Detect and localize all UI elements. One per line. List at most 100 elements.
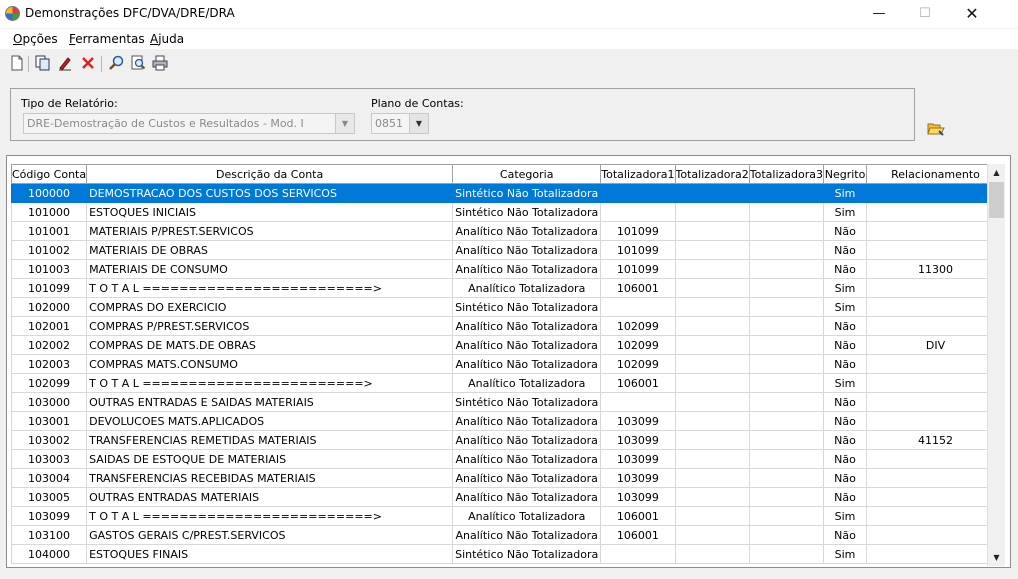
relacionamento-cell: [866, 392, 1006, 412]
codigo-cell: 103099: [10, 506, 88, 526]
column-header[interactable]: Relacionamento: [866, 164, 1006, 184]
relacionamento-cell: DIV: [866, 335, 1006, 355]
negrito-cell: Não: [823, 430, 868, 450]
categoria-cell: Analítico Não Totalizadora: [452, 487, 602, 507]
totalizadora2-cell: [674, 183, 750, 203]
column-header[interactable]: Descrição da Conta: [86, 164, 454, 184]
descricao-cell: MATERIAIS DE OBRAS: [86, 240, 454, 260]
table-row[interactable]: 100000 DEMOSTRACAO DOS CUSTOS DOS SERVICO…: [10, 183, 1006, 203]
column-header[interactable]: Categoria: [452, 164, 602, 184]
table-row[interactable]: 101001 MATERIAIS P/PREST.SERVICOS Analític…: [10, 221, 1006, 241]
descricao-cell: TRANSFERENCIAS REMETIDAS MATERIAIS: [86, 430, 454, 450]
table-row[interactable]: 102099 T O T A L ========================…: [10, 373, 1006, 393]
close-button[interactable]: ✕: [949, 0, 995, 28]
descricao-cell: COMPRAS MATS.CONSUMO: [86, 354, 454, 374]
relacionamento-cell: [866, 468, 1006, 488]
totalizadora2-cell: [674, 468, 750, 488]
minimize-button[interactable]: —: [856, 0, 902, 28]
chevron-down-icon[interactable]: ▼: [335, 114, 354, 133]
table-row[interactable]: 101099 T O T A L ========================…: [10, 278, 1006, 298]
relacionamento-cell: [866, 506, 1006, 526]
scroll-up-icon[interactable]: ▲: [988, 164, 1005, 181]
column-header[interactable]: Totalizadora2: [674, 164, 750, 184]
vertical-scrollbar[interactable]: ▲ ▼: [987, 164, 1005, 566]
table-row[interactable]: 103005 OUTRAS ENTRADAS MATERIAIS Analítico…: [10, 487, 1006, 507]
relacionamento-cell: [866, 221, 1006, 241]
copy-icon[interactable]: [34, 55, 52, 73]
table-row[interactable]: 103100 GASTOS GERAIS C/PREST.SERVICOS Anal…: [10, 525, 1006, 545]
descricao-cell: DEMOSTRACAO DOS CUSTOS DOS SERVICOS: [86, 183, 454, 203]
accounts-grid: Código Conta Descrição da Conta Categori…: [6, 155, 1011, 568]
menu-opcoes[interactable]: Opções: [13, 32, 58, 46]
table-row[interactable]: 103004 TRANSFERENCIAS RECEBIDAS MATERIAIS…: [10, 468, 1006, 488]
totalizadora2-cell: [674, 487, 750, 507]
column-header[interactable]: Totalizadora1: [600, 164, 676, 184]
totalizadora1-cell: 102099: [600, 316, 676, 336]
find-icon[interactable]: [129, 55, 147, 73]
table-row[interactable]: 102000 COMPRAS DO EXERCICIO Sintético Não …: [10, 297, 1006, 317]
totalizadora3-cell: [748, 468, 825, 488]
totalizadora3-cell: [748, 430, 825, 450]
column-header[interactable]: Totalizadora3: [748, 164, 825, 184]
codigo-cell: 103005: [10, 487, 88, 507]
totalizadora3-cell: [748, 183, 825, 203]
totalizadora2-cell: [674, 202, 750, 222]
negrito-cell: Não: [823, 392, 868, 412]
new-document-icon[interactable]: [8, 55, 26, 73]
negrito-cell: Não: [823, 259, 868, 279]
menu-ferramentas[interactable]: Ferramentas: [69, 32, 145, 46]
descricao-cell: T O T A L =========================>: [86, 278, 454, 298]
table-row[interactable]: 103099 T O T A L ========================…: [10, 506, 1006, 526]
table-row[interactable]: 103003 SAIDAS DE ESTOQUE DE MATERIAIS Anal…: [10, 449, 1006, 469]
totalizadora3-cell: [748, 297, 825, 317]
scroll-down-icon[interactable]: ▼: [988, 549, 1005, 566]
edit-icon[interactable]: [56, 55, 74, 73]
table-row[interactable]: 101000 ESTOQUES INICIAIS Sintético Não Tot…: [10, 202, 1006, 222]
categoria-cell: Analítico Totalizadora: [452, 506, 602, 526]
scrollbar-thumb[interactable]: [989, 182, 1004, 218]
table-row[interactable]: 104000 ESTOQUES FINAIS Sintético Não Total…: [10, 544, 1006, 564]
codigo-cell: 101000: [10, 202, 88, 222]
delete-icon[interactable]: [79, 55, 97, 73]
descricao-cell: GASTOS GERAIS C/PREST.SERVICOS: [86, 525, 454, 545]
categoria-cell: Analítico Não Totalizadora: [452, 240, 602, 260]
totalizadora1-cell: [600, 297, 676, 317]
codigo-cell: 102000: [10, 297, 88, 317]
relacionamento-cell: 11300: [866, 259, 1006, 279]
categoria-cell: Analítico Não Totalizadora: [452, 354, 602, 374]
codigo-cell: 103004: [10, 468, 88, 488]
totalizadora3-cell: [748, 354, 825, 374]
table-row[interactable]: 101002 MATERIAIS DE OBRAS Analítico Não To…: [10, 240, 1006, 260]
totalizadora1-cell: [600, 544, 676, 564]
table-row[interactable]: 102001 COMPRAS P/PREST.SERVICOS Analítico …: [10, 316, 1006, 336]
print-icon[interactable]: [151, 55, 169, 73]
negrito-cell: Sim: [823, 278, 868, 298]
totalizadora1-cell: 102099: [600, 354, 676, 374]
table-row[interactable]: 102003 COMPRAS MATS.CONSUMO Analítico Não …: [10, 354, 1006, 374]
table-row[interactable]: 101003 MATERIAIS DE CONSUMO Analítico Não …: [10, 259, 1006, 279]
menu-ajuda[interactable]: Ajuda: [150, 32, 184, 46]
categoria-cell: Analítico Não Totalizadora: [452, 449, 602, 469]
descricao-cell: COMPRAS P/PREST.SERVICOS: [86, 316, 454, 336]
plano-contas-select[interactable]: 0851 ▼: [371, 113, 429, 134]
toolbar-separator: [101, 56, 102, 72]
search-icon[interactable]: [107, 55, 125, 73]
negrito-cell: Não: [823, 449, 868, 469]
totalizadora3-cell: [748, 335, 825, 355]
table-row[interactable]: 102002 COMPRAS DE MATS.DE OBRAS Analítico …: [10, 335, 1006, 355]
column-header[interactable]: Código Conta: [10, 164, 88, 184]
table-row[interactable]: 103000 OUTRAS ENTRADAS E SAIDAS MATERIAIS…: [10, 392, 1006, 412]
totalizadora3-cell: [748, 240, 825, 260]
totalizadora3-cell: [748, 449, 825, 469]
tipo-relatorio-select[interactable]: DRE-Demostração de Custos e Resultados -…: [23, 113, 355, 134]
negrito-cell: Não: [823, 240, 868, 260]
column-header[interactable]: Negrito: [823, 164, 868, 184]
descricao-cell: COMPRAS DE MATS.DE OBRAS: [86, 335, 454, 355]
codigo-cell: 100000: [10, 183, 88, 203]
negrito-cell: Sim: [823, 373, 868, 393]
maximize-button[interactable]: ☐: [902, 0, 948, 28]
table-row[interactable]: 103001 DEVOLUCOES MATS.APLICADOS Analítico…: [10, 411, 1006, 431]
open-folder-icon[interactable]: [927, 122, 945, 136]
table-row[interactable]: 103002 TRANSFERENCIAS REMETIDAS MATERIAIS…: [10, 430, 1006, 450]
chevron-down-icon[interactable]: ▼: [409, 114, 428, 133]
